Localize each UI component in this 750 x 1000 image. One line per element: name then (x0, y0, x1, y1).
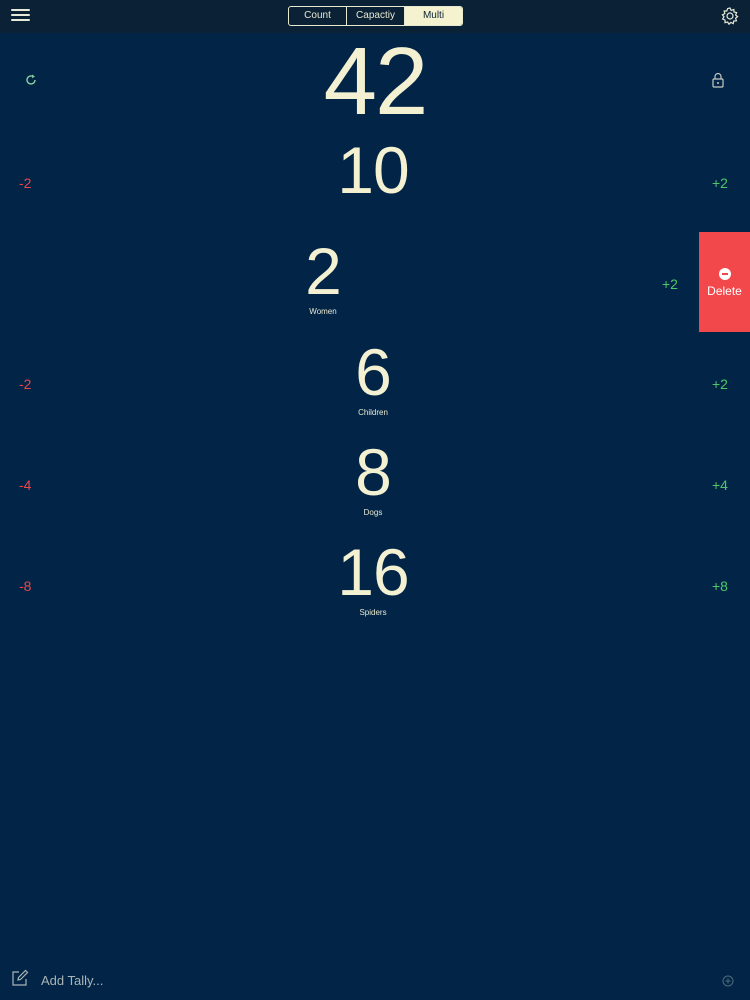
plus-circle-icon[interactable] (722, 974, 734, 987)
add-tally-button[interactable]: Add Tally... (11, 969, 104, 992)
add-tally-label: Add Tally... (41, 972, 104, 988)
tally-label: Spiders (359, 608, 387, 617)
decrement-button[interactable]: -4 (19, 478, 31, 492)
decrement-button[interactable]: -2 (19, 176, 31, 190)
increment-button[interactable]: +8 (712, 579, 728, 593)
compose-icon (11, 969, 29, 992)
tab-multi[interactable]: Multi (404, 7, 462, 25)
tally-label: Children (358, 408, 388, 417)
mode-segmented-control: Count Capactiy Multi (288, 6, 463, 26)
footer-bar: Add Tally... (0, 962, 750, 1000)
tally-item[interactable]: 2 Women (253, 238, 393, 317)
tally-count: 6 (355, 335, 392, 409)
increment-button[interactable]: +4 (712, 478, 728, 492)
tally-count: 2 (305, 234, 342, 308)
lock-icon[interactable] (711, 72, 725, 88)
menu-icon[interactable] (11, 9, 30, 24)
tab-capacity[interactable]: Capactiy (346, 7, 404, 25)
tab-count[interactable]: Count (289, 7, 346, 25)
tally-label: Dogs (363, 508, 383, 517)
tally-item[interactable]: 16 Spiders (303, 539, 443, 618)
increment-button[interactable]: +2 (712, 377, 728, 391)
increment-button[interactable]: +2 (712, 176, 728, 190)
decrement-button[interactable]: -8 (19, 579, 31, 593)
reset-icon[interactable] (24, 73, 38, 87)
delete-button[interactable]: Delete (699, 232, 750, 332)
minus-circle-icon (718, 268, 731, 280)
tally-item[interactable]: 10 (303, 137, 443, 206)
tally-item[interactable]: 6 Children (303, 339, 443, 418)
tally-count: 8 (355, 435, 392, 509)
tally-count: 16 (337, 535, 409, 609)
total-count: 42 (323, 28, 429, 135)
decrement-button[interactable]: -2 (19, 377, 31, 391)
tally-count: 10 (337, 133, 409, 207)
increment-button[interactable]: +2 (662, 277, 678, 291)
delete-label: Delete (707, 284, 742, 298)
gear-icon[interactable] (720, 6, 740, 26)
tally-item[interactable]: 8 Dogs (303, 439, 443, 518)
tally-label: Women (309, 307, 337, 316)
